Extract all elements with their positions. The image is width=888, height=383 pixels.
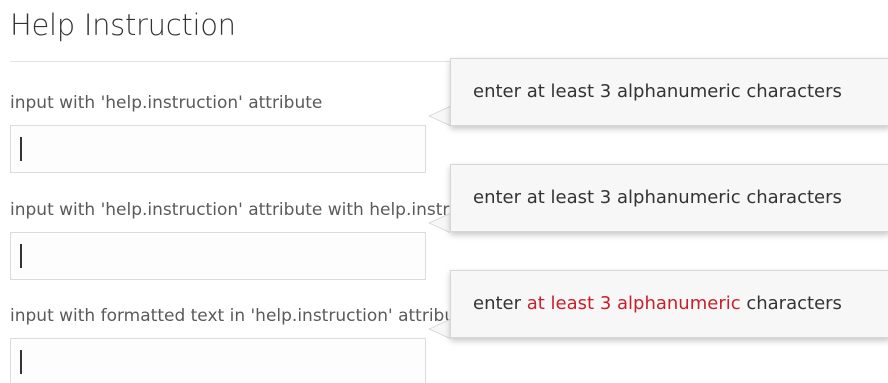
help-tooltip-text-after: characters <box>740 293 842 314</box>
help-tooltip: enter at least 3 alphanumeric characters <box>450 58 888 126</box>
page-title: Help Instruction <box>10 8 236 42</box>
help-tooltip-text: enter at least 3 alphanumeric characters <box>473 187 842 208</box>
help-instruction-page: Help Instruction input with 'help.instru… <box>0 0 888 383</box>
text-caret <box>20 350 22 374</box>
help-tooltip-text-highlight: at least 3 alphanumeric <box>526 293 741 314</box>
tooltip-arrow <box>428 106 450 126</box>
field-label-help-instruction: input with 'help.instruction' attribute <box>10 93 323 113</box>
tooltip-arrow <box>428 213 450 233</box>
help-tooltip-formatted: enter at least 3 alphanumeric characters <box>450 270 888 338</box>
help-instruction-with-help-input[interactable] <box>10 232 426 280</box>
field-label-formatted-help-instruction: input with formatted text in 'help.instr… <box>10 306 450 326</box>
help-tooltip-text: enter at least 3 alphanumeric characters <box>473 81 842 102</box>
help-tooltip-text-before: enter <box>473 293 527 314</box>
field-label-help-instruction-with-help: input with 'help.instruction' attribute … <box>10 200 450 220</box>
formatted-help-instruction-input[interactable] <box>10 338 426 383</box>
text-caret <box>20 137 22 161</box>
tooltip-arrow <box>428 319 450 339</box>
help-instruction-input[interactable] <box>10 125 426 173</box>
help-tooltip: enter at least 3 alphanumeric characters <box>450 164 888 232</box>
text-caret <box>20 244 22 268</box>
